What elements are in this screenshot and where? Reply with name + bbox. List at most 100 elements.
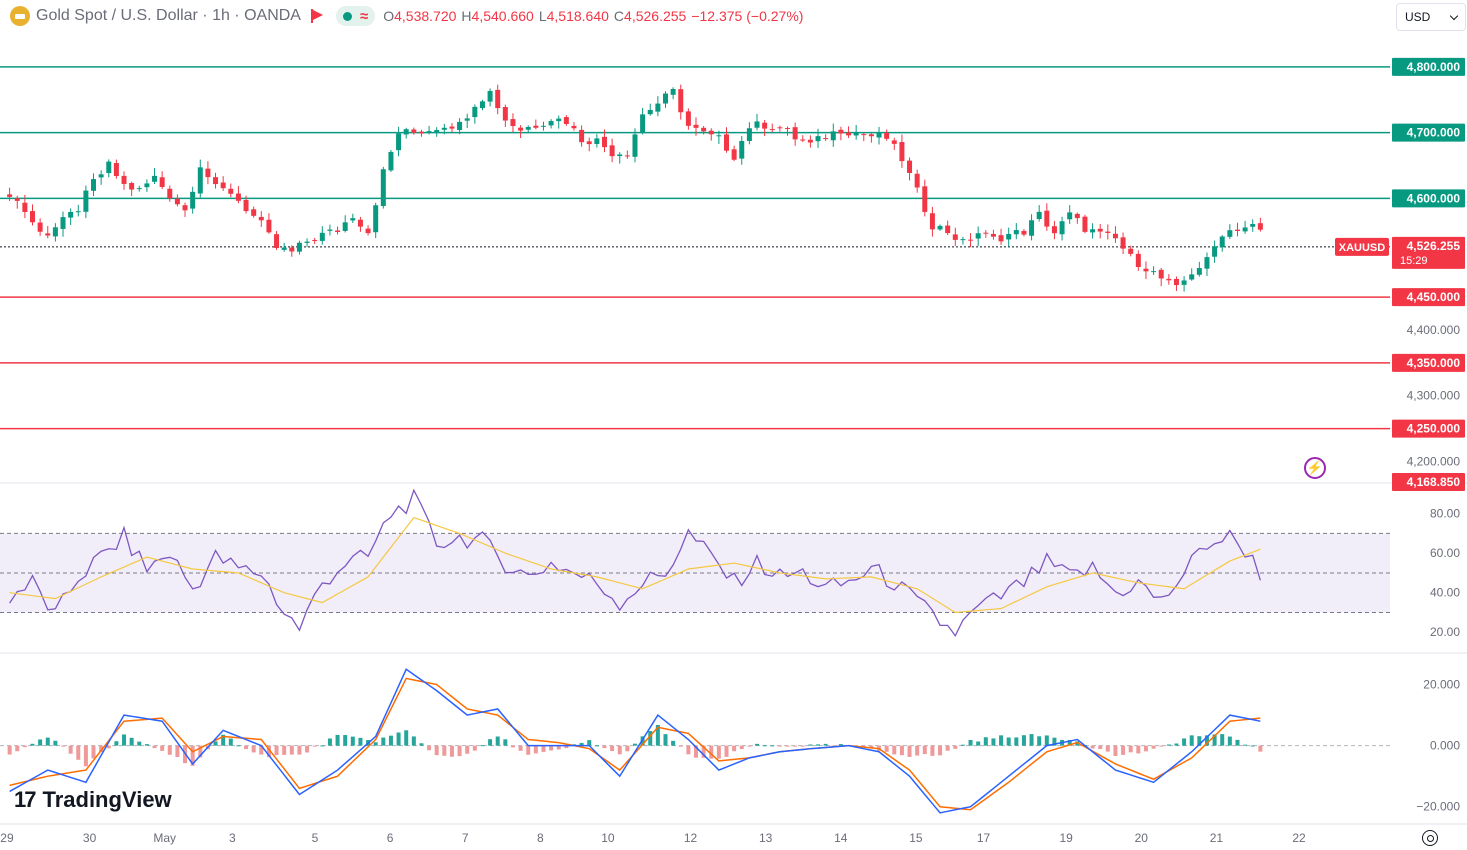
candle-body <box>1067 212 1073 220</box>
candle-body <box>1173 278 1179 286</box>
chart-svg[interactable]: 4,400.000 4,300.000 4,200.000 4,800.000 4,70… <box>0 0 1467 850</box>
chevron-down-icon <box>1449 11 1459 20</box>
candle <box>914 169 920 193</box>
candle-body <box>228 188 234 194</box>
macd-histogram-bar <box>61 745 66 747</box>
tradingview-logo[interactable]: 17 TradingView <box>14 787 172 813</box>
candle-body <box>1044 210 1050 227</box>
candle <box>388 150 394 172</box>
macd-histogram-bar <box>68 745 73 754</box>
candle <box>342 215 348 233</box>
candle-body <box>571 125 577 129</box>
candle-body <box>640 114 646 133</box>
macd-histogram-bar <box>884 745 889 752</box>
low-label: L <box>538 8 547 24</box>
price-tag: 4,168.850 <box>1392 473 1465 491</box>
candle-body <box>708 130 714 135</box>
candle <box>1181 276 1187 292</box>
candle-body <box>457 121 463 131</box>
candle-body <box>907 160 913 173</box>
price-axis-tick: 4,400.000 <box>1407 323 1461 337</box>
time-axis-tick: 22 <box>1292 831 1306 845</box>
candle-body <box>1257 223 1263 230</box>
candle <box>113 159 119 179</box>
candle-body <box>1013 230 1019 235</box>
candle-body <box>617 154 623 157</box>
candle <box>1173 276 1179 291</box>
candle-body <box>1128 248 1134 254</box>
candle <box>800 135 806 142</box>
macd-histogram-bar <box>1044 735 1049 746</box>
candle <box>1257 217 1263 232</box>
time-axis-tick: 15 <box>909 831 923 845</box>
macd-histogram-bar <box>968 740 973 746</box>
candle-body <box>304 241 310 243</box>
macd-histogram-bar <box>297 745 302 755</box>
candle-body <box>601 136 607 148</box>
macd-histogram-bar <box>449 745 454 757</box>
macd-histogram-bar <box>335 734 340 746</box>
candle-body <box>1135 253 1141 268</box>
candle <box>464 113 470 129</box>
candle-body <box>121 175 127 184</box>
candle-body <box>403 129 409 135</box>
macd-histogram-bar <box>747 745 752 747</box>
candle-body <box>1196 268 1202 275</box>
candle <box>1120 232 1126 255</box>
candle <box>1006 227 1012 247</box>
chart-area[interactable]: 4,400.000 4,300.000 4,200.000 4,800.000 4,70… <box>0 0 1467 850</box>
candle <box>708 128 714 141</box>
candle-body <box>98 174 104 178</box>
macd-histogram-bar <box>594 745 599 747</box>
candle <box>579 125 585 147</box>
macd-histogram-bar <box>282 745 287 755</box>
candle-body <box>556 118 562 122</box>
macd-histogram-bar <box>808 744 813 746</box>
lightning-icon[interactable]: ⚡ <box>1304 457 1326 479</box>
candle-body <box>129 183 135 190</box>
flag-icon[interactable] <box>310 9 324 23</box>
candle <box>998 228 1004 245</box>
candle <box>68 208 74 225</box>
low-value: 4,518.640 <box>546 8 609 24</box>
price-axis-tick: 4,300.000 <box>1407 389 1461 403</box>
price-tag-label: 4,350.000 <box>1407 356 1461 370</box>
candle <box>1036 205 1042 222</box>
market-status-pill[interactable]: ≈ <box>335 6 376 26</box>
candle <box>907 157 913 181</box>
macd-histogram-bar <box>22 745 27 748</box>
macd-histogram-bar <box>777 745 782 747</box>
candle <box>479 99 485 111</box>
macd-histogram-bar <box>793 745 798 747</box>
candle-body <box>563 117 569 125</box>
candle <box>548 119 554 129</box>
candle <box>525 125 531 132</box>
open-label: O <box>383 8 395 24</box>
candle <box>1212 240 1218 263</box>
candle <box>228 183 234 198</box>
currency-select[interactable]: USD <box>1396 3 1466 31</box>
settings-icon[interactable] <box>1422 830 1438 846</box>
candle <box>14 195 20 209</box>
candle-body <box>266 219 272 233</box>
countdown-label: 15:29 <box>1400 255 1428 267</box>
candle-body <box>365 228 371 234</box>
macd-axis-tick: 20.000 <box>1423 678 1460 692</box>
candle <box>174 194 180 207</box>
macd-histogram-bar <box>1037 736 1042 746</box>
macd-axis-tick: −20.000 <box>1416 800 1460 814</box>
candle-body <box>1021 230 1027 235</box>
candle-body <box>609 145 615 157</box>
candle-body <box>1051 226 1057 234</box>
candle <box>838 126 844 141</box>
candle-body <box>739 140 745 159</box>
symbol-title[interactable]: Gold Spot / U.S. Dollar · 1h · OANDA <box>36 7 301 25</box>
candle-body <box>647 109 653 115</box>
macd-histogram-bar <box>7 745 12 755</box>
candle-body <box>678 89 684 113</box>
candle <box>144 179 150 192</box>
candle <box>1219 235 1225 252</box>
time-axis-tick: 7 <box>462 831 469 845</box>
macd-histogram-bar <box>312 745 317 747</box>
candle-body <box>525 126 531 130</box>
